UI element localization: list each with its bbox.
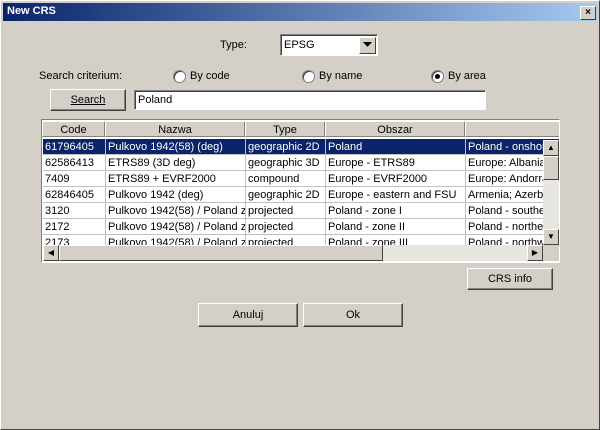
scroll-down-icon[interactable]: ▼ — [543, 229, 559, 245]
search-button-label: Search — [70, 94, 106, 106]
table-cell: Pulkovo 1942(58) / Poland zone I — [106, 203, 246, 219]
table-cell: compound — [246, 171, 326, 187]
type-select[interactable]: EPSG — [280, 34, 378, 56]
table-cell: projected — [246, 219, 326, 235]
results-table[interactable]: Code Nazwa Type Obszar 61796405 Pulkovo 1… — [41, 119, 560, 263]
vertical-scrollbar[interactable]: ▲ ▼ — [543, 140, 559, 245]
column-header-code[interactable]: Code — [42, 121, 105, 137]
search-criterium-label: Search criterium: — [39, 70, 123, 82]
table-cell: 61796405 — [43, 139, 106, 155]
column-header-extra[interactable] — [465, 121, 559, 137]
radio-by-name-label: By name — [319, 70, 363, 82]
radio-by-code-label: By code — [190, 70, 230, 82]
type-label: Type: — [220, 39, 247, 51]
horizontal-scrollbar[interactable]: ◀ ▶ — [43, 245, 543, 261]
table-cell: ETRS89 (3D deg) — [106, 155, 246, 171]
radio-by-area[interactable] — [431, 70, 444, 83]
window-title: New CRS — [7, 5, 56, 17]
table-cell: Europe - ETRS89 — [326, 155, 466, 171]
table-cell: Europe - eastern and FSU — [326, 187, 466, 203]
vertical-scroll-thumb[interactable] — [543, 156, 559, 180]
crs-info-button[interactable]: CRS info — [467, 268, 553, 290]
search-input[interactable]: Poland — [134, 90, 486, 110]
table-row[interactable]: 62846405 Pulkovo 1942 (deg) geographic 2D E… — [43, 187, 559, 203]
radio-by-code[interactable] — [173, 70, 186, 83]
scroll-up-icon[interactable]: ▲ — [543, 140, 559, 156]
table-cell: 62586413 — [43, 155, 106, 171]
column-header-type[interactable]: Type — [245, 121, 325, 137]
table-cell: Pulkovo 1942(58) / Poland zone II — [106, 219, 246, 235]
table-cell: Poland - zone I — [326, 203, 466, 219]
table-cell: Pulkovo 1942 (deg) — [106, 187, 246, 203]
cancel-button[interactable]: Anuluj — [198, 303, 298, 327]
table-cell: 7409 — [43, 171, 106, 187]
table-row[interactable]: 3120Pulkovo 1942(58) / Poland zone Iproj… — [43, 203, 559, 219]
table-cell: geographic 3D — [246, 155, 326, 171]
ok-button[interactable]: Ok — [303, 303, 403, 327]
type-select-value: EPSG — [284, 39, 315, 51]
table-cell: Pulkovo 1942(58) (deg) — [106, 139, 246, 155]
radio-by-area-label: By area — [448, 70, 486, 82]
horizontal-scroll-thumb[interactable] — [59, 245, 383, 261]
table-cell: 62846405 — [43, 187, 106, 203]
table-row[interactable]: 62586413 ETRS89 (3D deg) geographic 3D Euro… — [43, 155, 559, 171]
radio-by-name[interactable] — [302, 70, 315, 83]
title-bar: New CRS × — [3, 3, 597, 21]
table-cell: 3120 — [43, 203, 106, 219]
search-input-value: Poland — [138, 94, 173, 106]
table-row[interactable]: 7409 ETRS89 + EVRF2000 compound Europe - EV… — [43, 171, 559, 187]
column-header-obszar[interactable]: Obszar — [325, 121, 465, 137]
search-button[interactable]: Search — [50, 89, 126, 111]
table-cell: projected — [246, 203, 326, 219]
cancel-button-label: Anuluj — [232, 309, 264, 321]
table-row[interactable]: 2172Pulkovo 1942(58) / Poland zone IIpro… — [43, 219, 559, 235]
scroll-left-icon[interactable]: ◀ — [43, 245, 59, 261]
table-cell: Poland — [326, 139, 466, 155]
table-row[interactable]: 61796405 Pulkovo 1942(58) (deg) geographic… — [43, 139, 559, 155]
table-cell: ETRS89 + EVRF2000 — [106, 171, 246, 187]
column-header-nazwa[interactable]: Nazwa — [105, 121, 245, 137]
table-cell: 2172 — [43, 219, 106, 235]
table-cell: Poland - zone II — [326, 219, 466, 235]
table-cell: geographic 2D — [246, 139, 326, 155]
table-cell: Europe - EVRF2000 — [326, 171, 466, 187]
crs-info-button-label: CRS info — [487, 273, 533, 285]
ok-button-label: Ok — [345, 309, 361, 321]
table-cell: geographic 2D — [246, 187, 326, 203]
scroll-right-icon[interactable]: ▶ — [527, 245, 543, 261]
close-icon[interactable]: × — [580, 6, 596, 20]
chevron-down-icon[interactable] — [359, 37, 376, 54]
scroll-corner — [543, 245, 559, 261]
new-crs-dialog: New CRS × Type: EPSG Search criterium: B… — [0, 0, 600, 430]
